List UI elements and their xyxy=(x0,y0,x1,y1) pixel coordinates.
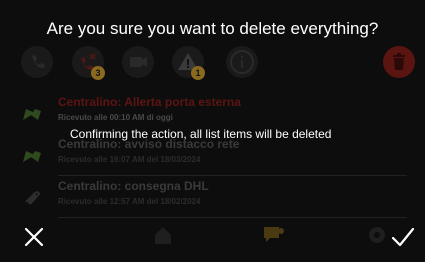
dialog-title: Are you sure you want to delete everythi… xyxy=(46,19,379,38)
message-list: Centralino: Allerta porta esterna Ricevu… xyxy=(0,92,425,218)
video-button xyxy=(122,46,154,78)
alerts-button: 1 xyxy=(172,46,205,80)
list-item-subtitle: Ricevuto alle 00:10 AM di oggi xyxy=(58,113,173,122)
list-item: Centralino: consegna DHL Ricevuto alle 1… xyxy=(0,176,425,218)
trash-button xyxy=(383,46,415,78)
phone-button xyxy=(21,46,53,78)
bottom-nav xyxy=(0,224,425,250)
list-item-subtitle: Ricevuto alle 12:57 AM del 18/02/2024 xyxy=(58,197,201,206)
envelope-icon xyxy=(23,151,41,162)
dialog-message: Confirming the action, all list items wi… xyxy=(70,127,332,141)
confirm-button[interactable] xyxy=(388,222,418,252)
home-icon xyxy=(155,227,171,244)
check-icon[interactable] xyxy=(388,222,418,252)
divider xyxy=(58,217,407,218)
envelope-icon xyxy=(23,109,41,120)
trash-icon xyxy=(393,53,405,70)
list-item-title: Centralino: consegna DHL xyxy=(58,179,209,193)
paperclip-icon xyxy=(25,191,41,205)
missed-calls-button: 3 xyxy=(72,46,105,80)
screen: 3 1 Centralino: Allerta porta esterna Ri… xyxy=(0,0,425,262)
info-button xyxy=(226,46,258,78)
alerts-badge: 1 xyxy=(191,66,205,80)
settings-icon xyxy=(369,227,385,243)
list-item-title: Centralino: Allerta porta esterna xyxy=(58,95,241,109)
info-icon xyxy=(230,50,254,74)
phone-icon xyxy=(32,55,45,69)
missed-calls-badge: 3 xyxy=(91,66,105,80)
close-icon[interactable] xyxy=(19,222,49,252)
messages-icon xyxy=(264,227,284,242)
cancel-button[interactable] xyxy=(19,222,49,252)
toolbar: 3 1 xyxy=(0,42,425,82)
list-item-subtitle: Ricevuto alle 16:07 AM del 18/03/2024 xyxy=(58,155,201,164)
video-icon xyxy=(130,57,147,67)
